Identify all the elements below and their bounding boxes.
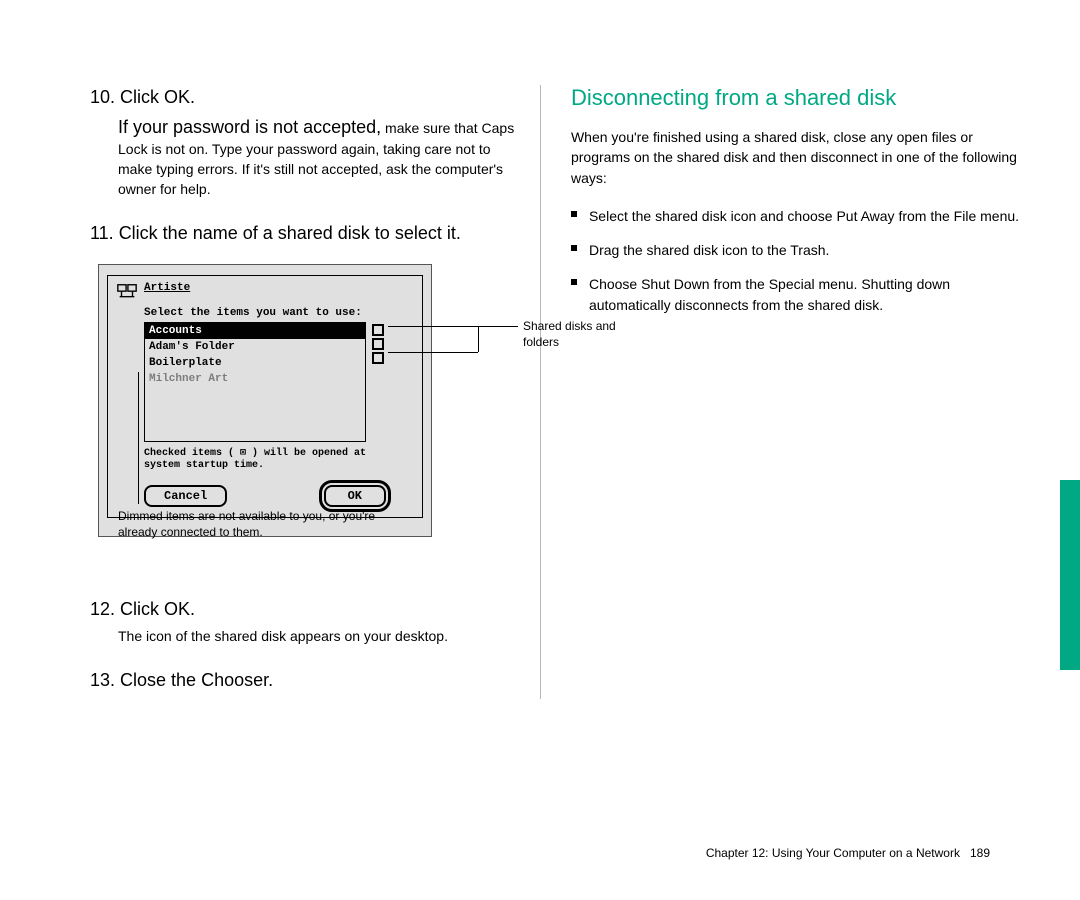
- server-name: Artiste: [144, 282, 190, 294]
- list-item[interactable]: Boilerplate: [145, 355, 365, 371]
- section-heading: Disconnecting from a shared disk: [571, 85, 1020, 111]
- dialog-instruction: Select the items you want to use:: [144, 307, 414, 319]
- section-intro: When you're finished using a shared disk…: [571, 127, 1020, 188]
- step-12-note: The icon of the shared disk appears on y…: [118, 627, 520, 647]
- startup-checkbox[interactable]: [372, 324, 384, 336]
- left-column: 10. Click OK. If your password is not ac…: [90, 85, 540, 699]
- dialog-content: Artiste Select the items you want to use…: [107, 275, 423, 518]
- list-item: Choose Shut Down from the Special menu. …: [571, 274, 1020, 315]
- list-item[interactable]: Accounts: [145, 323, 365, 339]
- step-10-note-lead: If your password is not accepted,: [118, 117, 381, 137]
- chapter-label: Chapter 12: Using Your Computer on a Net…: [706, 846, 960, 860]
- page-number: 189: [970, 846, 990, 860]
- dialog-window: Artiste Select the items you want to use…: [98, 264, 432, 537]
- dialog-button-row: Cancel OK: [144, 485, 386, 507]
- startup-checkbox-column: [368, 322, 392, 366]
- list-empty-space: [145, 387, 365, 441]
- callout-leader-line: [388, 326, 518, 328]
- callout-leader-line: [478, 326, 479, 352]
- step-12: 12. Click OK.: [90, 597, 520, 621]
- page-footer: Chapter 12: Using Your Computer on a Net…: [706, 846, 990, 860]
- startup-checkbox[interactable]: [372, 338, 384, 350]
- startup-checkbox[interactable]: [372, 352, 384, 364]
- ok-button[interactable]: OK: [324, 485, 386, 507]
- chooser-dialog-figure: Artiste Select the items you want to use…: [98, 264, 520, 537]
- right-column: Disconnecting from a shared disk When yo…: [540, 85, 1020, 699]
- dialog-header: Artiste: [116, 282, 414, 304]
- two-column-layout: 10. Click OK. If your password is not ac…: [0, 0, 1080, 699]
- list-item: Select the shared disk icon and choose P…: [571, 206, 1020, 226]
- step-10-note: If your password is not accepted, make s…: [118, 115, 520, 199]
- cancel-button[interactable]: Cancel: [144, 485, 227, 507]
- callout-leader-line: [388, 352, 478, 354]
- thumb-tab: [1060, 480, 1080, 670]
- disconnect-methods-list: Select the shared disk icon and choose P…: [571, 206, 1020, 315]
- list-item[interactable]: Adam's Folder: [145, 339, 365, 355]
- list-item-dimmed: Milchner Art: [145, 371, 365, 387]
- callout-dimmed-items: Dimmed items are not available to you, o…: [118, 508, 378, 540]
- step-13: 13. Close the Chooser.: [90, 668, 520, 692]
- appleshare-icon: [116, 282, 138, 304]
- step-11: 11. Click the name of a shared disk to s…: [90, 221, 520, 245]
- callout-shared-disks: Shared disks and folders: [523, 318, 633, 350]
- step-10: 10. Click OK.: [90, 85, 520, 109]
- dialog-startup-note: Checked items ( ⊠ ) will be opened at sy…: [144, 448, 414, 473]
- note-line: system startup time.: [144, 460, 264, 471]
- note-line: Checked items ( ⊠ ) will be opened at: [144, 448, 366, 459]
- shared-items-listbox[interactable]: Accounts Adam's Folder Boilerplate Milch…: [144, 322, 366, 442]
- list-item: Drag the shared disk icon to the Trash.: [571, 240, 1020, 260]
- manual-page: 10. Click OK. If your password is not ac…: [0, 0, 1080, 900]
- callout-leader-line: [138, 372, 139, 504]
